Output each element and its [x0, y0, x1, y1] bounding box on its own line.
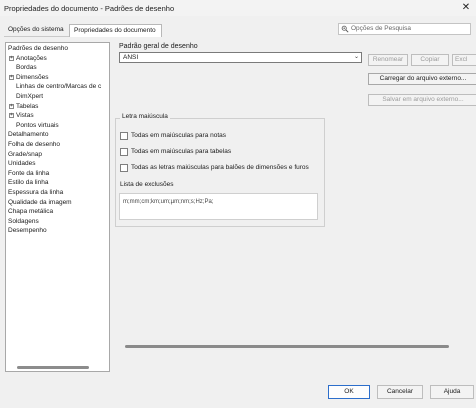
cancel-button[interactable]: Cancelar: [377, 385, 423, 399]
tree-item-label: Tabelas: [16, 102, 39, 110]
save-to-file-button[interactable]: Salvar em arquivo externo...: [368, 94, 476, 106]
tree-item[interactable]: Linhas de centro/Marcas de c: [16, 83, 101, 91]
tree-horizontal-scrollbar[interactable]: [7, 365, 108, 370]
general-standard-value: ANSI: [123, 54, 139, 61]
content-horizontal-scrollbar[interactable]: [125, 345, 449, 348]
tab-system-options[interactable]: Opções do sistema: [4, 24, 69, 37]
exclusion-list-value: m;mm;cm;km;um;µm;nm;s;Hz;Pa;: [123, 199, 214, 205]
chevron-down-icon: ⌄: [353, 54, 359, 60]
tree-item-label: Estilo da linha: [8, 179, 49, 187]
tree-item-label: Chapa metálica: [8, 208, 54, 216]
tree-item-label: Soldagens: [8, 217, 39, 225]
tree-item[interactable]: Estilo da linha: [8, 179, 48, 187]
tree-item-label: Detalhamento: [8, 131, 49, 139]
tree-item-label: Grade/snap: [8, 150, 42, 158]
expand-icon[interactable]: +: [9, 55, 14, 61]
tree-item-label: DimXpert: [16, 93, 44, 100]
tree-item[interactable]: Qualidade da imagem: [8, 199, 72, 207]
tree-item[interactable]: Soldagens: [8, 218, 39, 226]
uppercase-notes-label: Todas em maiúsculas para notas: [131, 132, 227, 139]
tree-item[interactable]: Bordas: [16, 64, 37, 72]
tree-item-label: Desempenho: [8, 227, 47, 235]
delete-button[interactable]: Excl: [452, 54, 476, 66]
tree-item-label: Padrões de desenho: [8, 45, 68, 52]
tree-item[interactable]: Folha de desenho: [8, 141, 60, 149]
tree-item-label: Espessura da linha: [8, 189, 64, 196]
tree-item-label: Qualidade da imagem: [8, 198, 72, 206]
uppercase-notes-checkbox[interactable]: [120, 132, 128, 140]
load-from-file-button[interactable]: Carregar do arquivo externo...: [368, 73, 476, 85]
gear-search-icon: [341, 25, 349, 33]
rename-button[interactable]: Renomear: [368, 54, 408, 66]
expand-icon[interactable]: +: [9, 103, 14, 109]
tree-item[interactable]: Chapa metálica: [8, 208, 53, 216]
tree-item-label: Dimensões: [16, 73, 49, 81]
window-title: Propriedades do documento - Padrões de d…: [4, 4, 175, 13]
copy-button[interactable]: Copiar: [411, 54, 449, 66]
tree-item[interactable]: Unidades: [8, 160, 35, 168]
ok-button[interactable]: OK: [328, 385, 370, 399]
tree-item[interactable]: Fonte da linha: [8, 170, 49, 178]
tree-item[interactable]: Padrões de desenho: [8, 45, 68, 53]
tree-scroll-thumb[interactable]: [17, 366, 89, 369]
tree-item-label: Linhas de centro/Marcas de c: [16, 83, 102, 91]
search-options-input[interactable]: Opções de Pesquisa: [338, 23, 471, 35]
tab-document-properties[interactable]: Propriedades do documento: [69, 24, 162, 37]
tree-item[interactable]: Detalhamento: [8, 131, 48, 139]
general-standard-label: Padrão geral de desenho: [119, 43, 198, 50]
tree-item-label: Pontos virtuais: [16, 121, 59, 129]
tree-item[interactable]: + Vistas: [9, 112, 34, 120]
exclusion-list-label: Lista de exclusões: [120, 181, 174, 188]
search-placeholder: Opções de Pesquisa: [351, 25, 411, 32]
tree-item-label: Anotações: [16, 54, 47, 62]
tree-item-label: Fonte da linha: [8, 169, 50, 177]
expand-icon[interactable]: +: [9, 113, 14, 119]
tree-item[interactable]: Pontos virtuais: [16, 122, 59, 130]
help-button[interactable]: Ajuda: [430, 385, 474, 399]
options-tree[interactable]: Padrões de desenho + Anotações Bordas + Dimen…: [5, 42, 110, 372]
tree-item-label: Vistas: [16, 112, 34, 120]
uppercase-balloons-label: Todas as letras maiúsculas para balões d…: [131, 164, 309, 171]
uppercase-tables-label: Todas em maiúsculas para tabelas: [131, 148, 232, 155]
tree-item[interactable]: DimXpert: [16, 93, 43, 101]
tree-item[interactable]: + Anotações: [9, 55, 47, 63]
tree-item[interactable]: Grade/snap: [8, 151, 42, 159]
uppercase-balloons-checkbox[interactable]: [120, 164, 128, 172]
tree-item[interactable]: + Dimensões: [9, 74, 49, 82]
exclusion-list-input[interactable]: m;mm;cm;km;um;µm;nm;s;Hz;Pa;: [119, 193, 318, 220]
general-standard-select[interactable]: ANSI ⌄: [119, 52, 362, 63]
tree-item-label: Bordas: [16, 64, 37, 72]
tree-item[interactable]: Desempenho: [8, 227, 47, 235]
tree-item[interactable]: Espessura da linha: [8, 189, 63, 197]
close-icon[interactable]: ✕: [460, 2, 472, 14]
title-bar: Propriedades do documento - Padrões de d…: [0, 0, 476, 16]
tree-item[interactable]: + Tabelas: [9, 103, 38, 111]
tree-item-label: Unidades: [8, 160, 36, 168]
uppercase-tables-checkbox[interactable]: [120, 148, 128, 156]
expand-icon[interactable]: +: [9, 74, 14, 80]
tree-item-label: Folha de desenho: [8, 141, 61, 148]
uppercase-group-legend: Letra maiúscula: [120, 113, 170, 120]
